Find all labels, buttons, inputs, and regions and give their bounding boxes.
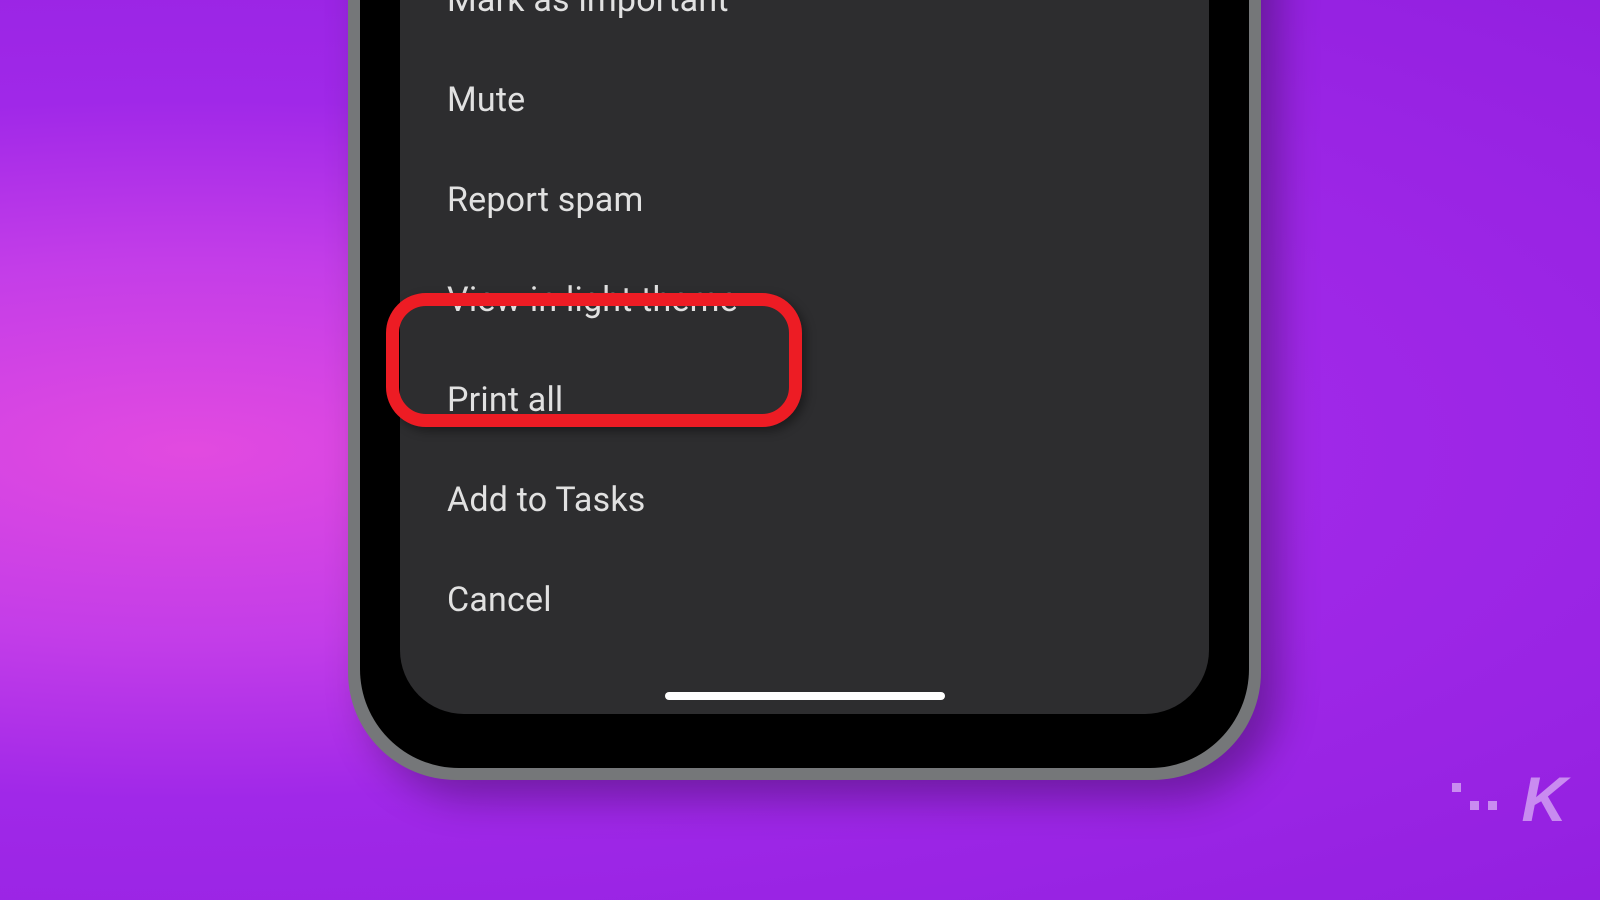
menu-item-label: Add to Tasks	[447, 480, 646, 520]
menu-item-report-spam[interactable]: Report spam	[447, 150, 1162, 250]
menu-item-label: Cancel	[447, 580, 552, 620]
menu-item-label: Report spam	[447, 180, 644, 220]
menu-item-light-theme[interactable]: View in light theme	[447, 250, 1162, 350]
phone-bezel: Mark as important Mute Report spam View …	[378, 0, 1231, 750]
menu-item-mute[interactable]: Mute	[447, 50, 1162, 150]
menu-item-print-all[interactable]: Print all	[447, 350, 1162, 450]
menu-item-label: Print all	[447, 380, 563, 420]
watermark-logo: K	[1522, 764, 1565, 836]
dot-icon	[1488, 801, 1497, 810]
dot-icon	[1452, 783, 1461, 792]
home-indicator[interactable]	[665, 692, 945, 700]
menu-item-cancel[interactable]: Cancel	[447, 550, 1162, 650]
menu-item-mark-important[interactable]: Mark as important	[447, 0, 1162, 50]
menu-item-add-tasks[interactable]: Add to Tasks	[447, 450, 1162, 550]
phone-device: Mark as important Mute Report spam View …	[348, 0, 1261, 780]
menu-item-label: View in light theme	[447, 280, 738, 320]
phone-screen: Mark as important Mute Report spam View …	[400, 0, 1209, 714]
context-menu: Mark as important Mute Report spam View …	[400, 0, 1209, 650]
phone-frame: Mark as important Mute Report spam View …	[360, 0, 1249, 768]
menu-item-label: Mark as important	[447, 0, 729, 20]
menu-item-label: Mute	[447, 80, 525, 120]
dot-icon	[1470, 801, 1479, 810]
